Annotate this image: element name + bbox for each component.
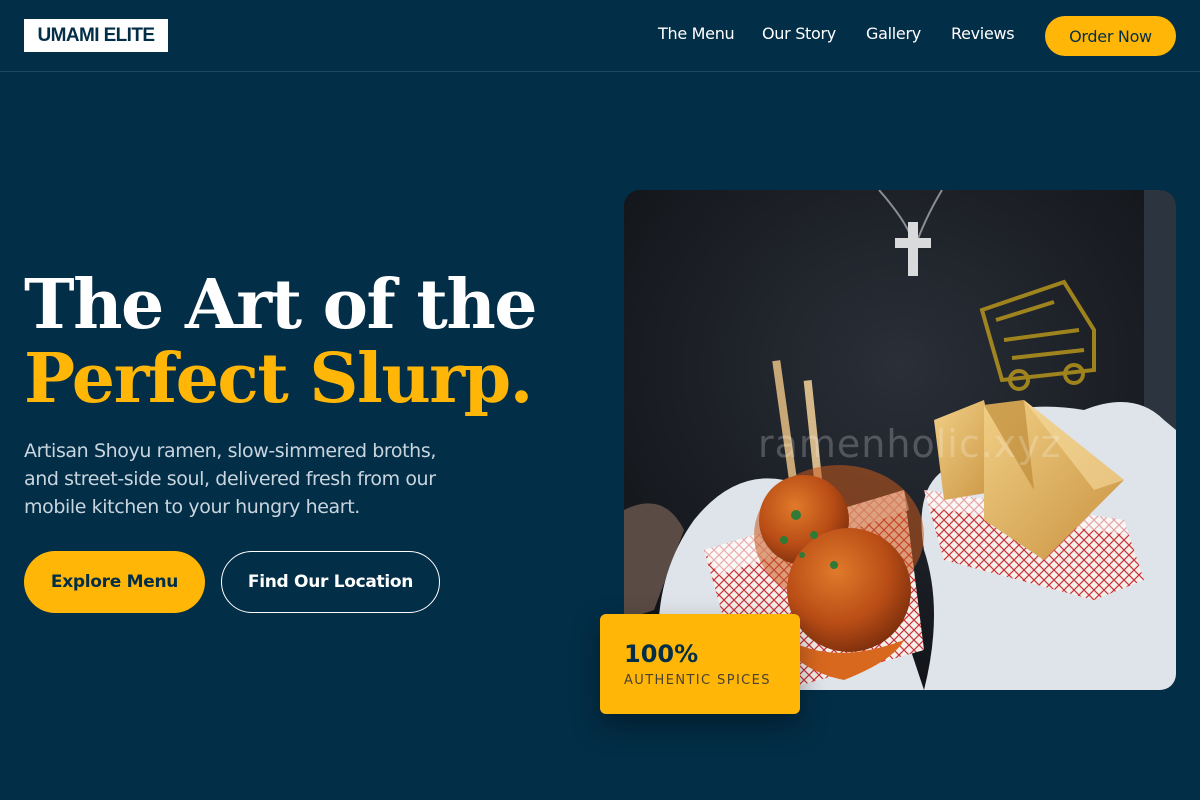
explore-menu-button[interactable]: Explore Menu: [24, 551, 205, 613]
nav-link-our-story[interactable]: Our Story: [762, 24, 836, 43]
nav-link-the-menu[interactable]: The Menu: [658, 24, 735, 43]
brand-logo-text: UMAMI ELITE: [37, 24, 156, 46]
order-now-button[interactable]: Order Now: [1045, 16, 1176, 56]
badge-value: 100%: [624, 640, 699, 668]
authentic-spices-badge: 100% AUTHENTIC SPICES: [600, 614, 800, 714]
hero-title-line2: Perfect Slurp.: [24, 339, 533, 419]
hero-title: The Art of the Perfect Slurp.: [24, 265, 538, 419]
brand-logo[interactable]: UMAMI ELITE: [24, 19, 168, 52]
photo-watermark: ramenholic.xyz: [758, 422, 1062, 466]
nav-link-gallery[interactable]: Gallery: [866, 24, 921, 43]
hero-subtitle: Artisan Shoyu ramen, slow-simmered broth…: [24, 440, 436, 518]
nav-link-reviews[interactable]: Reviews: [951, 24, 1015, 43]
find-location-button[interactable]: Find Our Location: [221, 551, 440, 613]
badge-label: AUTHENTIC SPICES: [624, 673, 771, 688]
hero-title-line1: The Art of the: [24, 265, 538, 345]
top-navbar: UMAMI ELITE The Menu Our Story Gallery R…: [0, 0, 1200, 72]
